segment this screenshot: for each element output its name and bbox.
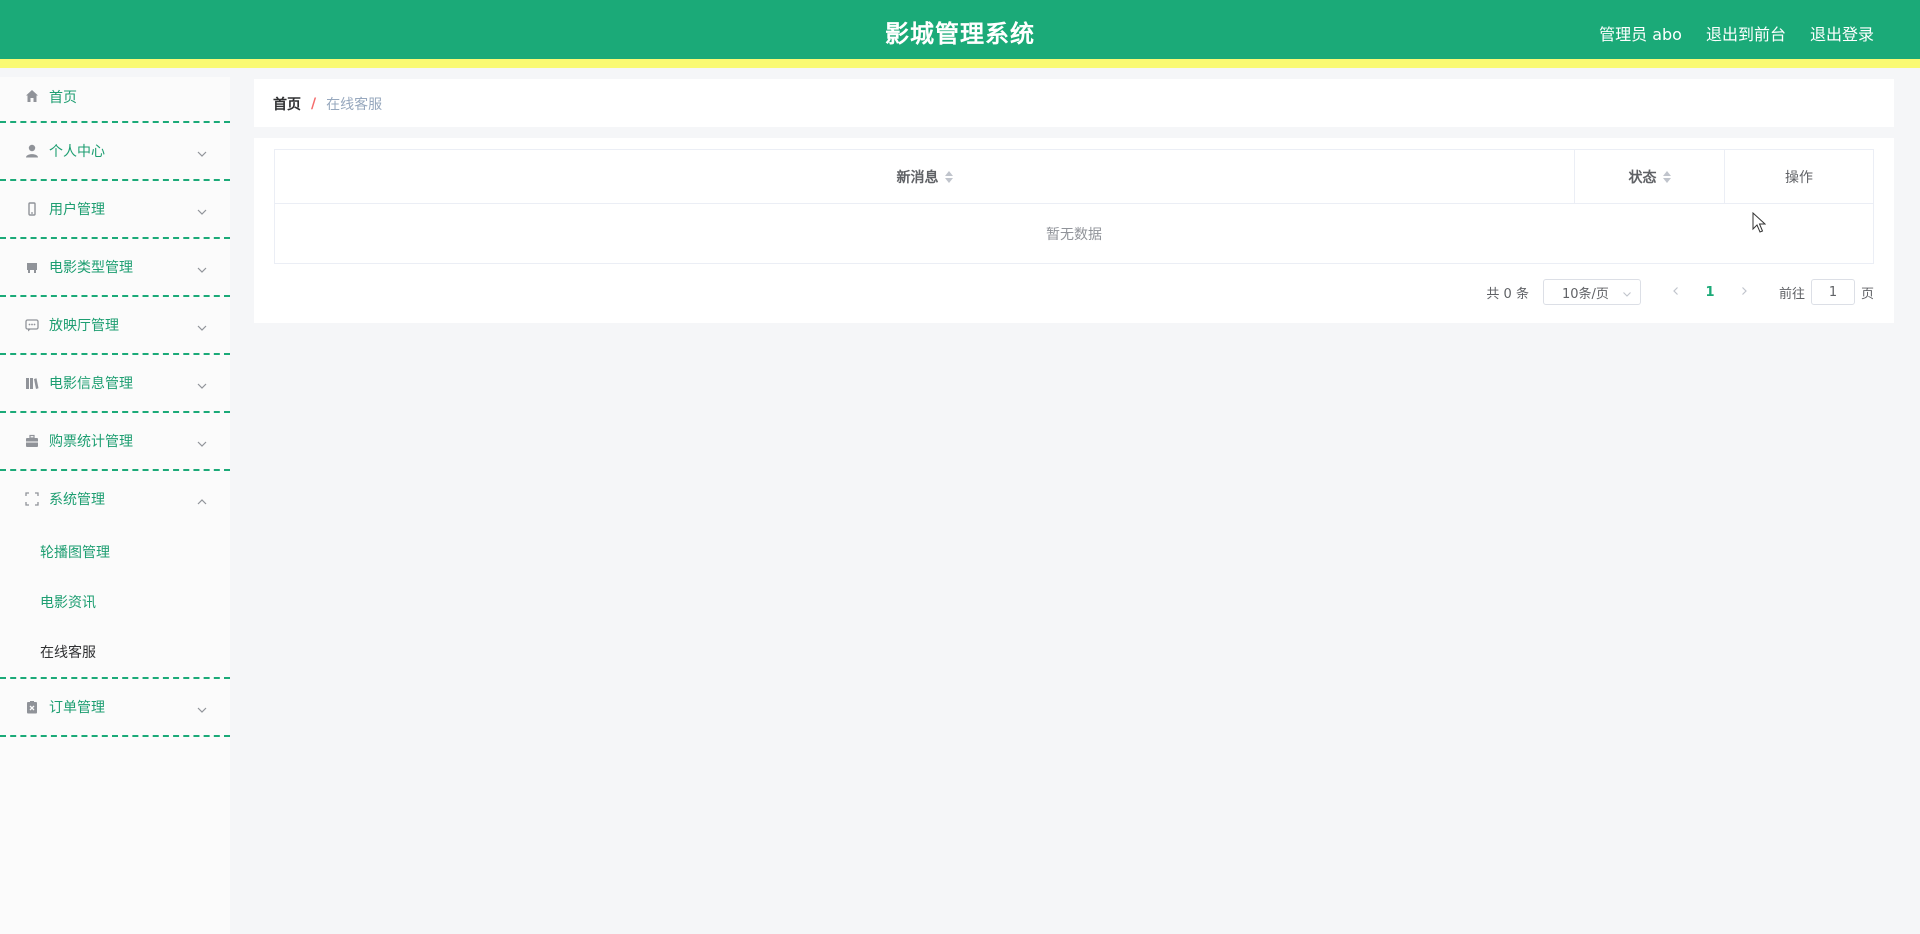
sidebar-item-label: 用户管理 <box>49 202 105 218</box>
chevron-down-icon <box>196 145 208 157</box>
sidebar-item-film-info-management[interactable]: 电影信息管理 <box>0 355 230 413</box>
chevron-down-icon <box>196 701 208 713</box>
column-header-label: 操作 <box>1785 169 1813 186</box>
sidebar-item-hall-management[interactable]: 放映厅管理 <box>0 297 230 355</box>
sidebar-subitem-online-service[interactable]: 在线客服 <box>0 627 230 677</box>
breadcrumb-separator: / <box>311 96 317 112</box>
sidebar-item-label: 个人中心 <box>49 144 105 160</box>
sidebar-group-system: 系统管理 轮播图管理 电影资讯 在线客服 <box>0 471 230 679</box>
sidebar-item-home[interactable]: 首页 <box>0 77 230 123</box>
goto-suffix: 页 <box>1860 286 1874 302</box>
column-header-status[interactable]: 状态 <box>1575 150 1725 203</box>
chevron-down-icon <box>196 203 208 215</box>
home-icon <box>24 88 40 104</box>
sidebar-item-ticket-stats-management[interactable]: 购票统计管理 <box>0 413 230 471</box>
chevron-down-icon <box>196 261 208 273</box>
sort-caret-icon[interactable] <box>1662 170 1671 183</box>
sort-caret-icon[interactable] <box>944 170 953 183</box>
sidebar-item-label: 电影信息管理 <box>49 376 133 392</box>
breadcrumb-card: 首页 / 在线客服 <box>254 79 1894 127</box>
user-icon <box>24 143 40 159</box>
mouse-cursor-icon <box>1752 211 1767 238</box>
table-header: 新消息 状态 操作 <box>275 150 1873 204</box>
sidebar-item-personal-center[interactable]: 个人中心 <box>0 123 230 181</box>
column-header-label: 新消息 <box>896 169 939 186</box>
exit-to-front-link[interactable]: 退出到前台 <box>1706 21 1786 45</box>
sidebar-item-label: 电影类型管理 <box>49 260 133 276</box>
page-size-value: 10条/页 <box>1561 286 1609 302</box>
pagination: 共 0 条 10条/页 1 前往 页 <box>1486 278 1874 306</box>
goto-label: 前往 <box>1778 286 1805 302</box>
prev-page-button[interactable] <box>1661 285 1691 300</box>
chevron-up-icon <box>196 493 208 505</box>
sidebar-item-user-management[interactable]: 用户管理 <box>0 181 230 239</box>
sidebar-item-label: 购票统计管理 <box>49 434 133 450</box>
system-submenu: 轮播图管理 电影资讯 在线客服 <box>0 527 230 677</box>
sidebar-item-label: 首页 <box>49 90 77 106</box>
breadcrumb-current: 在线客服 <box>326 97 383 113</box>
clipboard-icon <box>24 699 40 715</box>
breadcrumb-home[interactable]: 首页 <box>273 94 301 114</box>
admin-label[interactable]: 管理员 abo <box>1599 21 1682 45</box>
data-table: 新消息 状态 操作 暂无数据 <box>274 149 1874 264</box>
chevron-down-icon <box>196 319 208 331</box>
chevron-down-icon <box>1622 288 1632 303</box>
column-header-new-message[interactable]: 新消息 <box>275 150 1575 203</box>
column-header-actions: 操作 <box>1725 150 1873 203</box>
chat-icon <box>24 317 40 333</box>
sidebar: 首页 个人中心 用户管理 电影类型管理 放映厅管理 电影信息管理 购票统计管理 … <box>0 77 230 934</box>
breadcrumb: 首页 / 在线客服 <box>273 94 382 114</box>
logout-link[interactable]: 退出登录 <box>1810 21 1874 45</box>
column-header-label: 状态 <box>1628 169 1657 186</box>
sidebar-item-order-management[interactable]: 订单管理 <box>0 679 230 737</box>
pagination-total: 共 0 条 <box>1486 286 1529 302</box>
header-actions: 管理员 abo 退出到前台 退出登录 <box>1599 21 1874 45</box>
sidebar-item-label: 放映厅管理 <box>49 318 119 334</box>
film-type-icon <box>24 259 40 275</box>
top-header: 影城管理系统 管理员 abo 退出到前台 退出登录 <box>0 0 1920 68</box>
chevron-down-icon <box>196 377 208 389</box>
books-icon <box>24 375 40 391</box>
next-page-button[interactable] <box>1729 285 1759 300</box>
briefcase-icon <box>24 433 40 449</box>
chevron-down-icon <box>196 435 208 447</box>
sidebar-item-label: 订单管理 <box>49 700 105 716</box>
header-accent-bar <box>0 59 1920 68</box>
table-empty-text: 暂无数据 <box>1046 227 1102 243</box>
page-number-button[interactable]: 1 <box>1691 285 1729 300</box>
sidebar-subitem-film-news[interactable]: 电影资讯 <box>0 577 230 627</box>
fullscreen-icon <box>24 491 40 507</box>
main-content-card: 新消息 状态 操作 暂无数据 共 0 条 10条/页 1 前往 1 页 <box>254 138 1894 323</box>
mobile-icon <box>24 201 40 217</box>
sidebar-item-system-management[interactable]: 系统管理 <box>0 471 230 527</box>
goto-page-input[interactable] <box>1810 279 1855 305</box>
sidebar-item-film-type-management[interactable]: 电影类型管理 <box>0 239 230 297</box>
sidebar-item-label: 系统管理 <box>49 492 105 508</box>
page-size-select[interactable]: 10条/页 <box>1542 279 1641 305</box>
goto-page: 前往 页 <box>1779 279 1874 305</box>
sidebar-subitem-carousel[interactable]: 轮播图管理 <box>0 527 230 577</box>
